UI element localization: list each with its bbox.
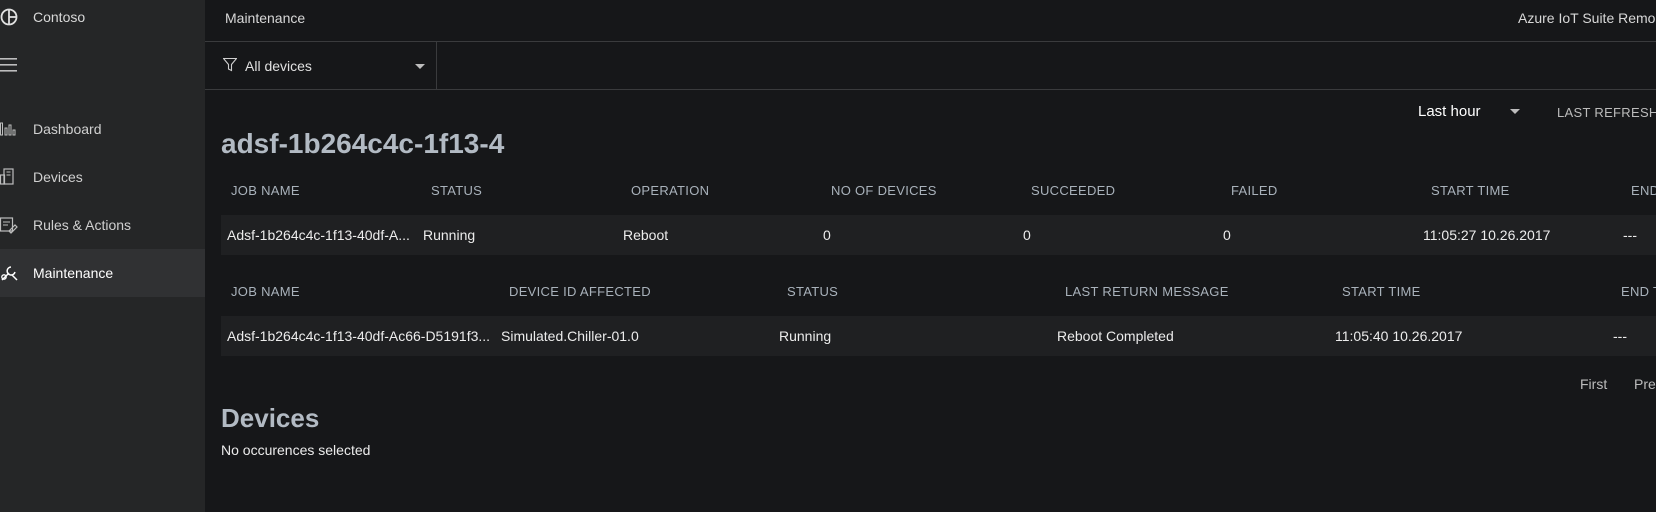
devices-section-title: Devices <box>221 403 320 433</box>
column-header[interactable]: NO OF DEVICES <box>831 183 937 198</box>
column-header[interactable]: JOB NAME <box>231 284 300 299</box>
device-filter-dropdown[interactable]: All devices <box>205 42 437 90</box>
column-header[interactable]: SUCCEEDED <box>1031 183 1115 198</box>
pager-prev-button[interactable]: Pre <box>1634 376 1656 392</box>
table-cell: Adsf-1b264c4c-1f13-40df-Ac66-D5191f3... <box>227 328 491 344</box>
table-cell: Running <box>423 227 476 243</box>
sidebar-item-label: Rules & Actions <box>33 217 132 233</box>
column-header[interactable]: START TIME <box>1431 183 1510 198</box>
filter-icon <box>223 58 237 72</box>
devices-empty-message: No occurences selected <box>221 442 371 458</box>
device-filter-value: All devices <box>245 58 312 74</box>
sidebar: Contoso Dashboard Devices Rules & Action… <box>0 0 205 512</box>
table-cell: 0 <box>1023 227 1031 243</box>
table-cell: 0 <box>823 227 831 243</box>
suite-title: Azure IoT Suite Remo <box>1518 10 1656 26</box>
job-title: adsf-1b264c4c-1f13-4 <box>221 128 505 159</box>
page-title: Maintenance <box>225 10 306 26</box>
column-header[interactable]: START TIME <box>1342 284 1421 299</box>
table-cell: 0 <box>1223 227 1231 243</box>
table-cell: 11:05:40 10.26.2017 <box>1335 328 1463 344</box>
table-row[interactable]: Adsf-1b264c4c-1f13-40df-A... Running Reb… <box>221 215 1656 255</box>
time-range-dropdown[interactable]: Last hour <box>1418 101 1520 123</box>
column-header[interactable]: STATUS <box>431 183 482 198</box>
table-cell: 11:05:27 10.26.2017 <box>1423 227 1551 243</box>
device-jobs-table-header: JOB NAME DEVICE ID AFFECTED STATUS LAST … <box>221 279 1656 305</box>
table-cell: Reboot Completed <box>1057 328 1174 344</box>
brand-name: Contoso <box>33 9 86 25</box>
table-row[interactable]: Adsf-1b264c4c-1f13-40df-Ac66-D5191f3... … <box>221 316 1656 356</box>
table-cell: --- <box>1623 227 1637 243</box>
brand[interactable]: Contoso <box>0 0 205 34</box>
table-cell: Adsf-1b264c4c-1f13-40df-A... <box>227 227 410 243</box>
sidebar-item-label: Maintenance <box>33 265 114 281</box>
table-cell: Running <box>779 328 832 344</box>
sidebar-item-label: Devices <box>33 169 83 185</box>
sidebar-item-maintenance[interactable]: Maintenance <box>0 249 205 297</box>
chevron-down-icon <box>1510 109 1520 114</box>
table-cell: --- <box>1613 328 1627 344</box>
rules-icon <box>0 217 18 234</box>
column-header[interactable]: END T <box>1621 284 1656 299</box>
hamburger-menu-icon[interactable] <box>0 57 20 73</box>
sidebar-item-dashboard[interactable]: Dashboard <box>0 105 205 153</box>
column-header[interactable]: JOB NAME <box>231 183 300 198</box>
sidebar-item-devices[interactable]: Devices <box>0 153 205 201</box>
jobs-table-header: JOB NAME STATUS OPERATION NO OF DEVICES … <box>221 178 1656 204</box>
column-header[interactable]: STATUS <box>787 284 838 299</box>
sidebar-item-label: Dashboard <box>33 121 102 137</box>
table-cell: Simulated.Chiller-01.0 <box>501 328 639 344</box>
page-header: Maintenance Azure IoT Suite Remo <box>205 0 1656 42</box>
column-header[interactable]: DEVICE ID AFFECTED <box>509 284 651 299</box>
devices-icon <box>0 168 14 185</box>
filter-bar: All devices <box>205 42 1656 90</box>
pager-first-button[interactable]: First <box>1580 376 1607 392</box>
sidebar-item-rules-actions[interactable]: Rules & Actions <box>0 201 205 249</box>
table-cell: Reboot <box>623 227 669 243</box>
wrench-icon <box>1 266 18 281</box>
column-header[interactable]: FAILED <box>1231 183 1278 198</box>
last-refresh-label: LAST REFRESH <box>1557 105 1656 120</box>
column-header[interactable]: LAST RETURN MESSAGE <box>1065 284 1229 299</box>
chevron-down-icon <box>415 64 425 69</box>
time-range-value: Last hour <box>1418 103 1481 120</box>
bar-chart-icon <box>0 122 16 136</box>
column-header[interactable]: END <box>1631 183 1656 198</box>
contoso-logo-icon <box>0 8 18 26</box>
column-header[interactable]: OPERATION <box>631 183 709 198</box>
